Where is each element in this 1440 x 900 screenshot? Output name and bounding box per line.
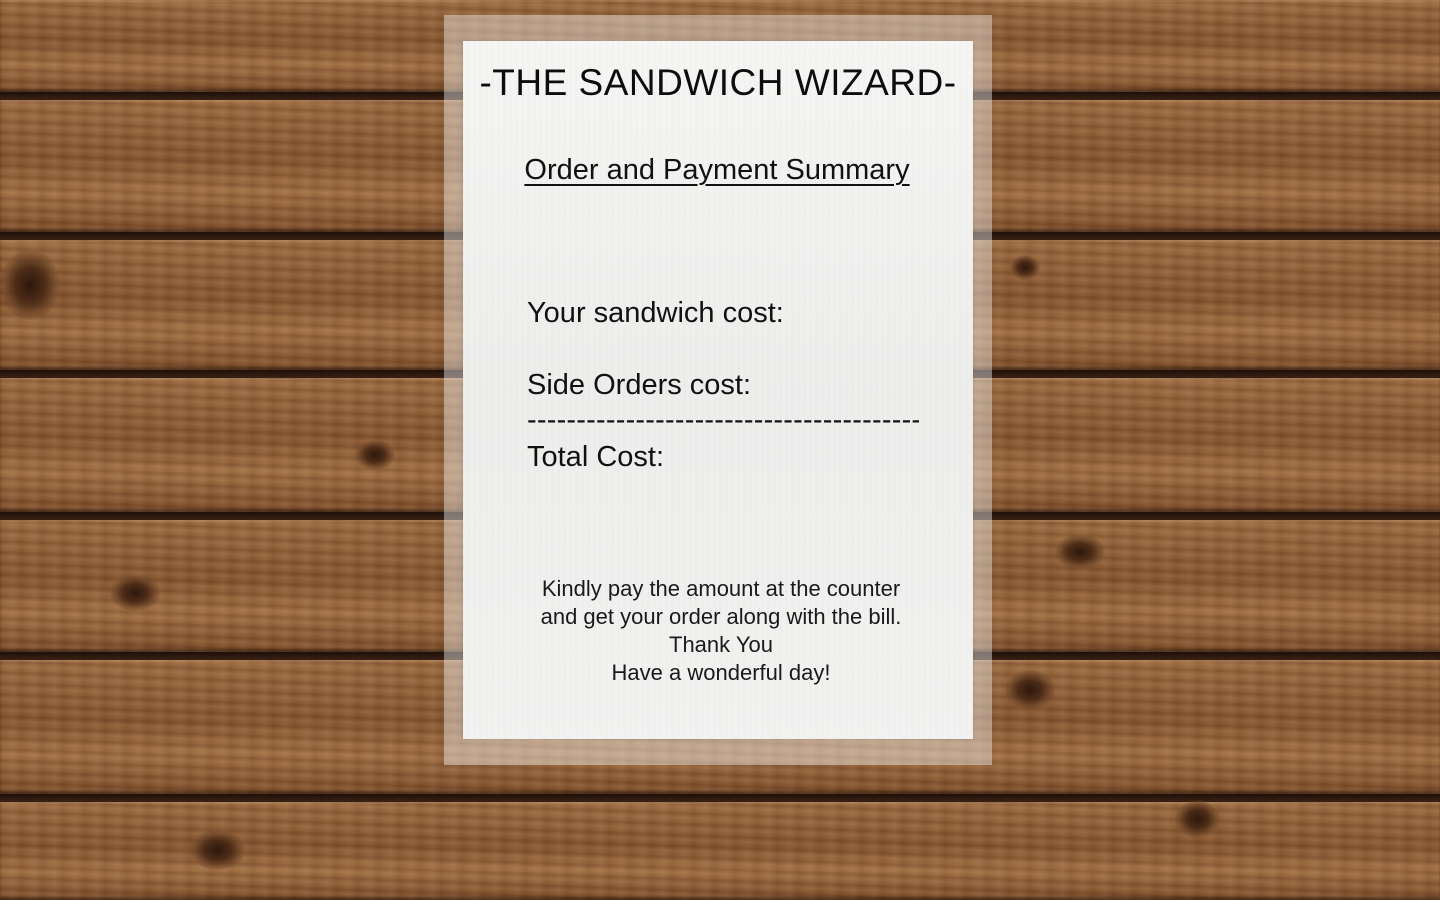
wood-knot <box>110 575 160 611</box>
sandwich-cost-label: Your sandwich cost: <box>527 297 784 329</box>
wood-knot <box>1005 670 1055 710</box>
wood-knot <box>0 250 60 320</box>
side-orders-cost-label: Side Orders cost: <box>527 369 752 401</box>
note-line: Thank You <box>669 632 773 657</box>
wood-knot <box>355 440 395 470</box>
payment-note: Kindly pay the amount at the counter and… <box>463 575 979 687</box>
wood-knot <box>1055 535 1105 569</box>
note-line: Have a wonderful day! <box>611 660 831 685</box>
wood-knot <box>1175 800 1220 838</box>
wood-knot <box>190 830 245 870</box>
brand-title: -THE SANDWICH WIZARD- <box>479 62 957 103</box>
plank-gap <box>0 794 1440 802</box>
summary-title: Order and Payment Summary <box>524 154 910 186</box>
note-line: and get your order along with the bill. <box>540 604 902 629</box>
total-divider: ----------------------------------------… <box>527 404 919 436</box>
summary-heading: Order and Payment Summary <box>463 154 971 187</box>
total-cost-label: Total Cost: <box>527 441 664 473</box>
wood-knot <box>1010 255 1040 280</box>
note-line: Kindly pay the amount at the counter <box>541 576 901 601</box>
